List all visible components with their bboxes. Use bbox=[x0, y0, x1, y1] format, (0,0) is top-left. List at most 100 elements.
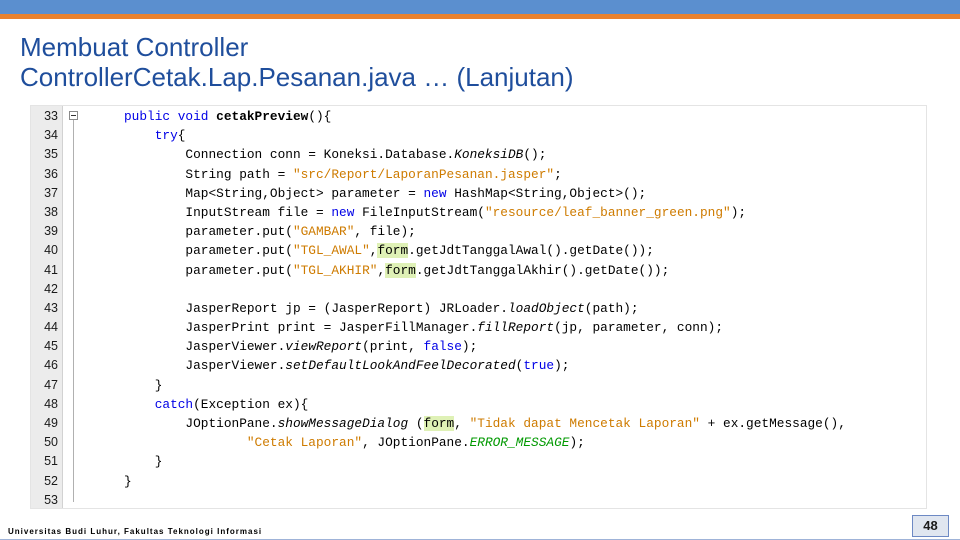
code-lines: 33 public void cetakPreview(){34 try{35 C… bbox=[31, 107, 926, 510]
code-token: JasperReport jp = (JasperReport) JRLoade… bbox=[124, 300, 508, 316]
code-line: 43 JasperReport jp = (JasperReport) JRLo… bbox=[31, 299, 926, 318]
code-text: parameter.put("GAMBAR", file); bbox=[124, 222, 416, 241]
code-line: 52} bbox=[31, 472, 926, 491]
code-line: 44 JasperPrint print = JasperFillManager… bbox=[31, 318, 926, 337]
code-line: 48 catch(Exception ex){ bbox=[31, 395, 926, 414]
code-text: JasperViewer.viewReport(print, false); bbox=[124, 337, 477, 356]
code-line: 34 try{ bbox=[31, 126, 926, 145]
code-line: 45 JasperViewer.viewReport(print, false)… bbox=[31, 337, 926, 356]
code-token: showMessageDialog bbox=[277, 416, 409, 431]
code-token: true bbox=[523, 358, 555, 374]
line-number: 33 bbox=[44, 109, 58, 123]
code-text: JOptionPane.showMessageDialog (form, "Ti… bbox=[124, 414, 846, 433]
code-token: JasperViewer. bbox=[124, 358, 286, 374]
code-token: , file); bbox=[354, 224, 416, 240]
code-token: ); bbox=[730, 204, 747, 220]
line-number: 44 bbox=[44, 320, 58, 335]
code-token: { bbox=[177, 128, 186, 144]
code-text: parameter.put("TGL_AKHIR",form.getJdtTan… bbox=[124, 261, 669, 280]
line-number: 51 bbox=[44, 454, 58, 469]
code-text: parameter.put("TGL_AWAL",form.getJdtTang… bbox=[124, 241, 654, 260]
code-token: "TGL_AKHIR" bbox=[292, 262, 378, 278]
code-token: "Tidak dapat Mencetak Laporan" bbox=[469, 416, 700, 431]
code-line: 37 Map<String,Object> parameter = new Ha… bbox=[31, 184, 926, 203]
code-token: fillReport bbox=[477, 320, 555, 336]
code-token: (print, bbox=[362, 339, 424, 355]
line-number: 34 bbox=[44, 128, 58, 143]
code-token: ); bbox=[569, 435, 585, 451]
code-line: 39 parameter.put("GAMBAR", file); bbox=[31, 222, 926, 241]
code-text: JasperPrint print = JasperFillManager.fi… bbox=[124, 318, 723, 337]
code-token: } bbox=[124, 454, 163, 470]
code-token: catch bbox=[154, 396, 194, 412]
code-token: JasperPrint print = JasperFillManager. bbox=[124, 320, 478, 336]
code-token: .getJdtTanggalAwal().getDate()); bbox=[408, 243, 654, 259]
code-editor-panel: 33 public void cetakPreview(){34 try{35 C… bbox=[30, 105, 927, 509]
top-accent-bar bbox=[0, 0, 960, 14]
code-text: } bbox=[124, 452, 163, 471]
code-text: JasperViewer.setDefaultLookAndFeelDecora… bbox=[124, 356, 569, 375]
code-token: JOptionPane. bbox=[124, 416, 278, 431]
code-token: String path = bbox=[124, 166, 293, 182]
code-line: 35 Connection conn = Koneksi.Database.Ko… bbox=[31, 145, 926, 164]
code-token: .getJdtTanggalAkhir().getDate()); bbox=[415, 262, 670, 278]
line-number: 46 bbox=[44, 358, 58, 373]
code-token: , bbox=[454, 416, 470, 431]
code-token: cetakPreview bbox=[216, 109, 309, 124]
line-number: 45 bbox=[44, 339, 58, 354]
code-token: Map<String,Object> parameter = bbox=[124, 185, 424, 201]
code-token: ERROR_MESSAGE bbox=[469, 435, 570, 451]
code-text: String path = "src/Report/LaporanPesanan… bbox=[124, 165, 562, 184]
code-token: Connection conn = Koneksi.Database. bbox=[124, 147, 455, 163]
code-token: loadObject bbox=[507, 300, 585, 316]
fold-collapse-icon[interactable] bbox=[69, 111, 78, 120]
code-token: parameter.put( bbox=[124, 262, 293, 278]
code-text: } bbox=[124, 376, 163, 395]
line-number: 36 bbox=[44, 166, 58, 181]
code-line: 53 bbox=[31, 491, 926, 510]
code-line: 41 parameter.put("TGL_AKHIR",form.getJdt… bbox=[31, 261, 926, 280]
code-token: , bbox=[377, 262, 386, 278]
line-number: 42 bbox=[44, 281, 58, 296]
code-token: parameter.put( bbox=[124, 243, 293, 259]
code-text: InputStream file = new FileInputStream("… bbox=[124, 203, 746, 222]
code-line: 33 public void cetakPreview(){ bbox=[31, 107, 926, 126]
code-line: 49 JOptionPane.showMessageDialog (form, … bbox=[31, 414, 926, 433]
code-token: form bbox=[385, 262, 416, 278]
code-token: "GAMBAR" bbox=[292, 224, 355, 240]
code-token: ; bbox=[554, 166, 562, 182]
code-token: (path); bbox=[584, 300, 639, 316]
code-token: (jp, parameter, conn); bbox=[554, 320, 724, 336]
code-token: JasperViewer. bbox=[124, 339, 286, 355]
code-token: "resource/leaf_banner_green.png" bbox=[484, 204, 731, 220]
code-token: + ex.getMessage(), bbox=[699, 416, 846, 431]
code-token: form bbox=[423, 416, 455, 431]
code-line: 42 bbox=[31, 280, 926, 299]
code-text: Connection conn = Koneksi.Database.Konek… bbox=[124, 145, 546, 164]
code-token: parameter.put( bbox=[124, 224, 293, 240]
code-text: public void cetakPreview(){ bbox=[124, 107, 331, 126]
code-token: false bbox=[423, 339, 462, 355]
code-text: JasperReport jp = (JasperReport) JRLoade… bbox=[124, 299, 639, 318]
code-token: (Exception ex){ bbox=[193, 396, 309, 412]
line-number: 37 bbox=[44, 185, 58, 200]
line-number: 38 bbox=[44, 204, 58, 219]
code-token: } bbox=[124, 473, 132, 489]
code-token: ); bbox=[554, 358, 570, 374]
code-token: (); bbox=[523, 147, 547, 163]
line-number: 53 bbox=[44, 492, 58, 507]
code-token: , JOptionPane. bbox=[362, 435, 470, 451]
slide-title: Membuat Controller ControllerCetak.Lap.P… bbox=[20, 32, 574, 92]
code-text: Map<String,Object> parameter = new HashM… bbox=[124, 184, 646, 203]
line-number: 40 bbox=[44, 243, 58, 258]
code-token: ); bbox=[461, 339, 478, 355]
code-line: 36 String path = "src/Report/LaporanPesa… bbox=[31, 165, 926, 184]
code-token: ( bbox=[408, 416, 424, 431]
line-number: 52 bbox=[44, 473, 58, 488]
code-line: 46 JasperViewer.setDefaultLookAndFeelDec… bbox=[31, 356, 926, 375]
code-line: 51 } bbox=[31, 452, 926, 471]
code-token: HashMap<String,Object>(); bbox=[446, 185, 647, 201]
footer-institution: Universitas Budi Luhur, Fakultas Teknolo… bbox=[8, 527, 263, 536]
code-token: KoneksiDB bbox=[454, 147, 524, 163]
